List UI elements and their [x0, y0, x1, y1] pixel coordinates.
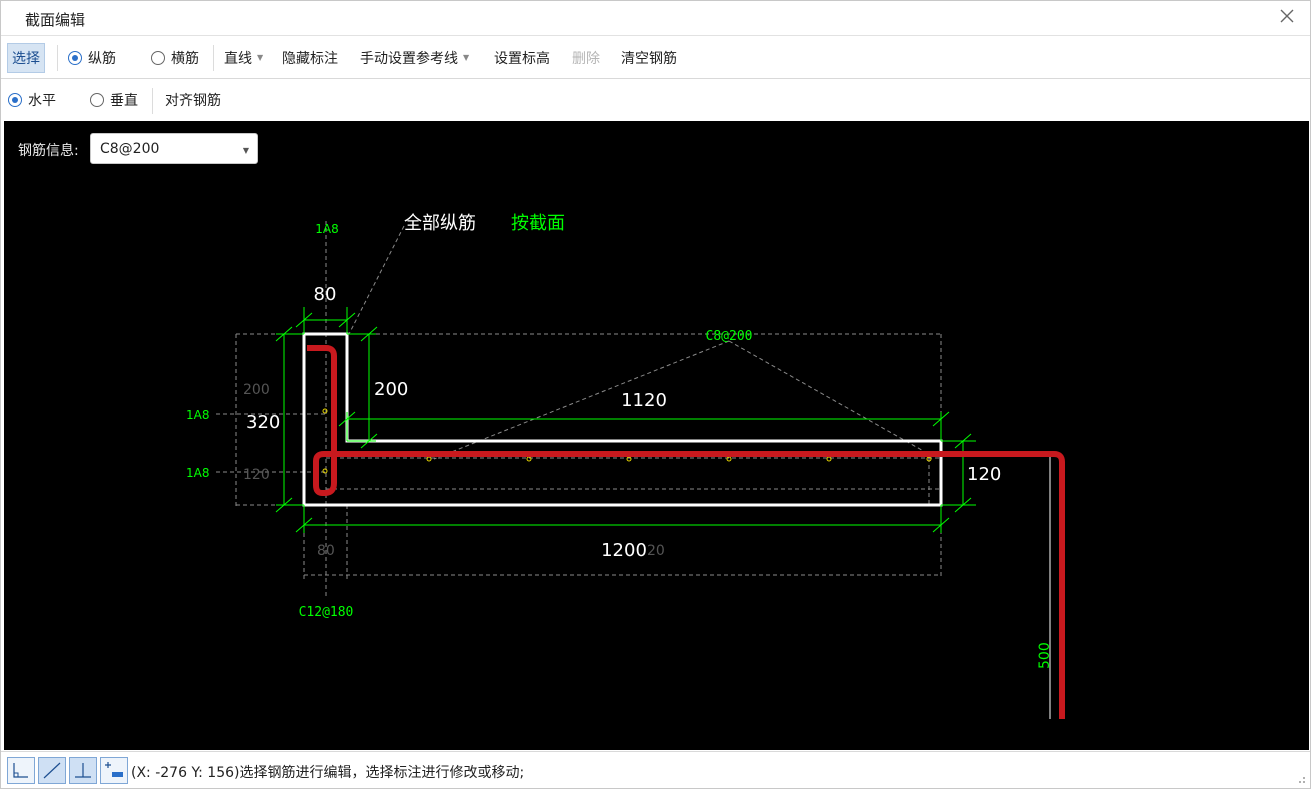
main-toolbar: 选择 纵筋 横筋 直线 ▼ 隐藏标注 手动设置参考线 ▼ 设置标高 删除 清空钢…: [1, 37, 1310, 79]
left-rebar-label-2[interactable]: 1A8: [186, 466, 209, 480]
vertical-label: 垂直: [110, 93, 138, 109]
line-dropdown[interactable]: 直线 ▼: [224, 37, 263, 78]
top-rebar-label[interactable]: 1A8: [315, 222, 338, 236]
section-drawing: 1A8 全部纵筋 按截面 80 200 200 320 120 1120 120…: [186, 213, 1065, 719]
rebar-dot[interactable]: [426, 456, 432, 462]
set-elevation-label: 设置标高: [494, 50, 550, 67]
transverse-label: 横筋: [171, 50, 199, 67]
dim-80-top-text[interactable]: 80: [314, 284, 337, 305]
rebar-dot[interactable]: [826, 456, 832, 462]
hide-annotation-label: 隐藏标注: [282, 50, 338, 67]
radio-unchecked-icon: [151, 50, 165, 65]
diagonal-line-icon: [43, 762, 61, 779]
horizontal-radio[interactable]: 水平: [8, 80, 56, 120]
line-label: 直线: [224, 50, 252, 67]
radio-unchecked-icon: [90, 93, 104, 107]
toolbar-divider: [213, 45, 214, 71]
set-elevation-button[interactable]: 设置标高: [494, 37, 550, 78]
dim-500-text[interactable]: 500: [1037, 642, 1053, 669]
callout-all-long[interactable]: 全部纵筋: [404, 213, 476, 234]
callout-by-section[interactable]: 按截面: [511, 213, 565, 234]
dim-200-right-text[interactable]: 200: [374, 379, 408, 400]
select-label: 选择: [12, 51, 40, 67]
toolbar-divider: [152, 88, 153, 114]
bottom-stirrup-label[interactable]: C12@180: [299, 605, 354, 620]
dim-1200-text[interactable]: 1200: [601, 540, 647, 561]
align-rebar-button[interactable]: 对齐钢筋: [165, 80, 221, 120]
transverse-radio[interactable]: 横筋: [151, 37, 199, 78]
window-title: 截面编辑: [25, 11, 86, 29]
clear-rebar-button[interactable]: 清空钢筋: [621, 37, 677, 78]
add-offset-button[interactable]: [100, 757, 128, 784]
ortho-snap-button[interactable]: [7, 757, 35, 784]
vertical-radio[interactable]: 垂直: [90, 80, 138, 120]
dim-320-text[interactable]: 320: [246, 412, 280, 433]
hide-annotation-button[interactable]: 隐藏标注: [282, 37, 338, 78]
drawing-canvas[interactable]: 钢筋信息: C8@200 ▼ 1A8 全部纵筋 按截面 80 200 200 3…: [4, 121, 1309, 750]
close-icon[interactable]: [1278, 7, 1296, 25]
left-rebar-label-1[interactable]: 1A8: [186, 408, 209, 422]
longitudinal-radio[interactable]: 纵筋: [68, 37, 116, 78]
status-bar: (X: -276 Y: 156)选择钢筋进行编辑，选择标注进行修改或移动;: [1, 751, 1310, 788]
diagonal-snap-button[interactable]: [38, 757, 66, 784]
title-bar: 截面编辑: [1, 1, 1310, 36]
manual-reference-label: 手动设置参考线: [360, 50, 458, 67]
align-rebar-label: 对齐钢筋: [165, 93, 221, 109]
clear-rebar-label: 清空钢筋: [621, 50, 677, 67]
radio-checked-icon: [68, 50, 82, 65]
perpendicular-snap-button[interactable]: [69, 757, 97, 784]
toolbar-divider: [57, 45, 58, 71]
dim-80-bottom-text[interactable]: 80: [317, 543, 335, 559]
dim-1120-text[interactable]: 1120: [621, 390, 667, 411]
dim-ghost-20-text: 20: [647, 543, 665, 559]
secondary-toolbar: 水平 垂直 对齐钢筋: [1, 80, 1310, 120]
delete-label: 删除: [572, 50, 600, 67]
slab-rebar-label[interactable]: C8@200: [706, 329, 753, 344]
dimension-lines: [275, 307, 976, 533]
dim-120-right-text[interactable]: 120: [967, 464, 1001, 485]
dim-200-left-text[interactable]: 200: [243, 382, 270, 398]
perpendicular-icon: [75, 763, 91, 778]
leader-line: [348, 225, 405, 335]
ortho-icon: [13, 763, 28, 778]
horizontal-label: 水平: [28, 93, 56, 109]
dim-120-left-text[interactable]: 120: [243, 467, 270, 483]
selected-rebar[interactable]: [307, 345, 1065, 719]
manual-reference-dropdown[interactable]: 手动设置参考线 ▼: [360, 37, 469, 78]
chevron-down-icon: ▼: [257, 53, 264, 62]
select-button[interactable]: 选择: [7, 43, 45, 73]
status-text: (X: -276 Y: 156)选择钢筋进行编辑，选择标注进行修改或移动;: [131, 765, 525, 781]
longitudinal-label: 纵筋: [88, 50, 116, 67]
delete-button[interactable]: 删除: [572, 37, 600, 78]
plus-offset-icon: [105, 762, 123, 777]
chevron-down-icon: ▼: [463, 53, 470, 62]
radio-checked-icon: [8, 93, 22, 107]
section-editor-window: 截面编辑 选择 纵筋 横筋 直线 ▼ 隐藏标注 手动设置参考线 ▼ 设置标高 删…: [0, 0, 1311, 789]
resize-grip-icon[interactable]: [1296, 774, 1306, 784]
